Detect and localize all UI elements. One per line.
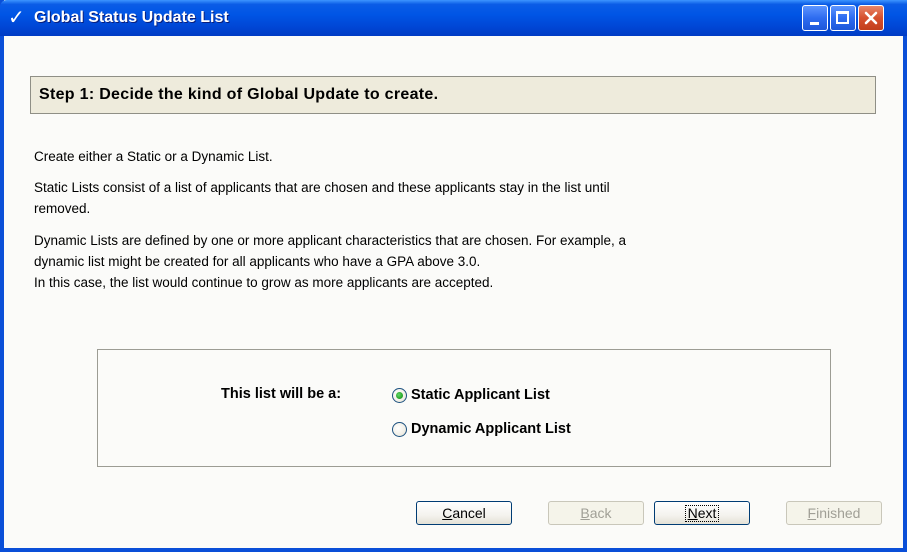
minimize-icon bbox=[810, 22, 819, 25]
cancel-button[interactable]: Cancel bbox=[416, 501, 512, 525]
maximize-icon bbox=[836, 11, 849, 24]
next-label: ext bbox=[697, 504, 717, 521]
finished-mnemonic: F bbox=[807, 505, 817, 521]
dynamic-description-line3: In this case, the list would continue to… bbox=[34, 275, 494, 290]
finished-button[interactable]: Finished bbox=[786, 501, 882, 525]
list-type-prompt: This list will be a: bbox=[221, 386, 342, 402]
next-mnemonic: N bbox=[687, 504, 698, 521]
maximize-button[interactable] bbox=[830, 5, 856, 31]
next-button[interactable]: Next bbox=[654, 501, 750, 525]
close-icon bbox=[864, 11, 878, 25]
dynamic-description-line2: dynamic list might be created for all ap… bbox=[34, 254, 481, 269]
back-label: ack bbox=[589, 505, 612, 521]
close-button[interactable] bbox=[858, 5, 884, 31]
static-description-line2: removed. bbox=[34, 201, 91, 216]
static-list-radio[interactable] bbox=[392, 387, 407, 403]
step-title: Step 1: Decide the kind of Global Update… bbox=[39, 86, 439, 103]
back-mnemonic: B bbox=[580, 505, 590, 521]
cancel-label: ancel bbox=[452, 505, 486, 521]
static-list-option[interactable]: Static Applicant List bbox=[392, 385, 550, 405]
minimize-button[interactable] bbox=[802, 5, 828, 31]
cancel-mnemonic: C bbox=[442, 505, 453, 521]
finished-label: inished bbox=[816, 505, 861, 521]
back-button[interactable]: Back bbox=[548, 501, 644, 525]
static-description-line1: Static Lists consist of a list of applic… bbox=[34, 180, 610, 195]
window-title: Global Status Update List bbox=[34, 9, 229, 26]
title-bar[interactable]: ✓ Global Status Update List bbox=[0, 0, 907, 36]
dynamic-list-label[interactable]: Dynamic Applicant List bbox=[411, 421, 571, 437]
list-type-group: This list will be a: Static Applicant Li… bbox=[97, 349, 831, 467]
check-icon: ✓ bbox=[8, 5, 25, 29]
step-header: Step 1: Decide the kind of Global Update… bbox=[30, 76, 876, 114]
dynamic-list-radio[interactable] bbox=[392, 421, 407, 437]
static-list-label[interactable]: Static Applicant List bbox=[411, 387, 550, 403]
dynamic-list-option[interactable]: Dynamic Applicant List bbox=[392, 419, 571, 439]
dynamic-description-line1: Dynamic Lists are defined by one or more… bbox=[34, 233, 627, 248]
intro-text: Create either a Static or a Dynamic List… bbox=[34, 149, 273, 164]
